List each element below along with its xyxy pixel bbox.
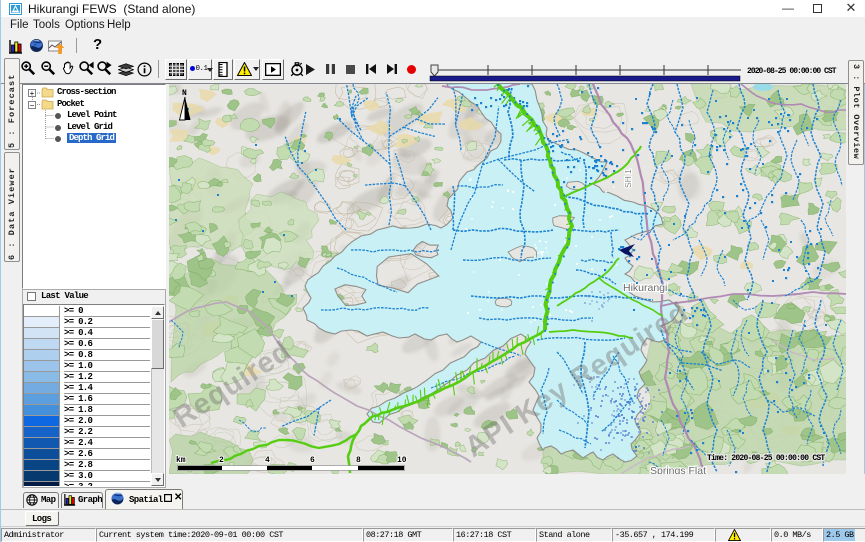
svg-text:2: 2	[219, 456, 224, 465]
svg-text:Hikurangi: Hikurangi	[623, 282, 667, 294]
svg-text:Time: 2020-08-25 00:00:00 CST: Time: 2020-08-25 00:00:00 CST	[707, 454, 825, 463]
svg-text:SH 1: SH 1	[623, 169, 633, 188]
svg-text:km: km	[176, 456, 186, 465]
svg-text:N: N	[182, 89, 187, 98]
svg-text:4: 4	[265, 456, 270, 465]
svg-text:10: 10	[397, 456, 407, 465]
svg-text:Springs Flat: Springs Flat	[650, 465, 706, 474]
svg-text:6: 6	[310, 456, 315, 465]
svg-text:8: 8	[356, 456, 361, 465]
